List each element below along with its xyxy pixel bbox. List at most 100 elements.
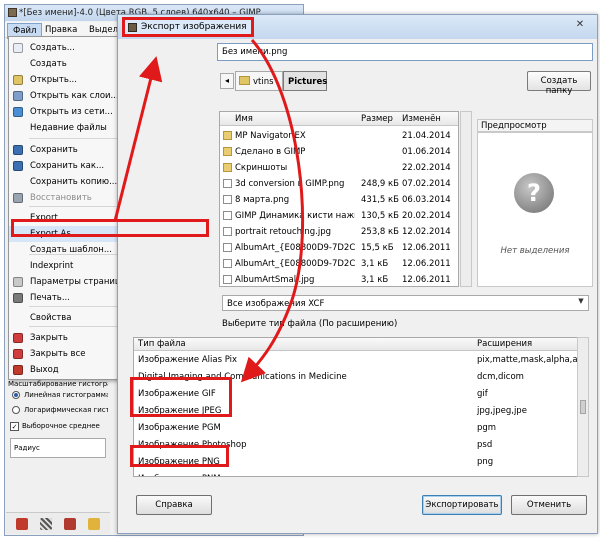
file-name: portrait retouching.jpg — [235, 227, 332, 237]
column-size[interactable]: Размер — [361, 114, 393, 124]
dialog-title-highlight: Экспорт изображения — [122, 17, 254, 37]
filetype-row[interactable]: Изображение GIF gif — [134, 386, 584, 402]
filetype-row[interactable]: Изображение PNM pnm — [134, 471, 584, 476]
filetype-extensions: png — [477, 457, 494, 467]
page-setup-icon — [13, 277, 23, 287]
file-name: 3d conversion в GIMP.png — [235, 179, 345, 189]
filetype-expander[interactable]: Выберите тип файла (По расширению) — [222, 319, 397, 329]
histogram-dock: Масштабирование гистограммы Линейная гис… — [6, 380, 110, 515]
filetype-extensions: psd — [477, 440, 493, 450]
file-row[interactable]: 3d conversion в GIMP.png 248,9 кБ 07.02.20… — [220, 176, 458, 192]
save-icon — [13, 145, 23, 155]
filetype-list-scrollbar[interactable] — [577, 337, 589, 477]
checkbox-selective[interactable]: ✓ — [10, 422, 19, 431]
new-document-icon — [13, 43, 23, 53]
file-row[interactable]: AlbumArt_{E08800D9-7D2C-4... 15,5 кБ 12.06… — [220, 240, 458, 256]
radius-field[interactable]: Радиус — [10, 438, 106, 458]
dialog-titlebar: Экспорт изображения ✕ — [118, 15, 597, 39]
file-row[interactable]: portrait retouching.jpg 253,8 кБ 12.02.201… — [220, 224, 458, 240]
file-size: 431,5 кБ — [361, 195, 400, 205]
chevron-down-icon: ▼ — [578, 297, 584, 305]
column-extensions[interactable]: Расширения — [477, 339, 532, 349]
menu-item-label: Создать — [30, 59, 67, 69]
file-name: AlbumArt_{E08800D9-7D2C-4... — [235, 259, 355, 269]
cancel-button[interactable]: Отменить — [511, 495, 587, 515]
folder-icon — [223, 163, 232, 172]
filetype-name: Изображение JPEG — [138, 406, 222, 416]
filetype-extensions: pnm — [477, 474, 496, 476]
file-date: 12.02.2014 — [402, 227, 451, 237]
question-mark-icon: ? — [514, 173, 554, 213]
filetype-row[interactable]: Изображение Photoshop psd — [134, 437, 584, 453]
help-button[interactable]: Справка — [136, 495, 212, 515]
filetype-name: Изображение Photoshop — [138, 440, 247, 450]
path-button-pictures[interactable]: Pictures — [283, 71, 327, 91]
file-list-scrollbar[interactable] — [460, 111, 472, 287]
file-date: 20.02.2014 — [402, 211, 451, 221]
filetype-row[interactable]: Изображение PGM pgm — [134, 420, 584, 436]
column-name[interactable]: Имя — [235, 114, 253, 124]
filetype-row[interactable]: Digital Imaging and Communications in Me… — [134, 369, 584, 385]
export-icon[interactable] — [40, 518, 52, 530]
create-folder-button[interactable]: Создать папку — [527, 71, 591, 96]
close-icon — [13, 333, 23, 343]
filetype-extensions: dcm,dicom — [477, 372, 524, 382]
file-date: 06.03.2014 — [402, 195, 451, 205]
delete-icon[interactable] — [64, 518, 76, 530]
menu-item-label: Открыть как слои... — [30, 91, 119, 101]
file-icon — [223, 259, 232, 268]
file-row[interactable]: AlbumArtSmall.jpg 3,1 кБ 12.06.2011 — [220, 272, 458, 286]
menu-item-label: Сохранить копию... — [30, 177, 118, 187]
filename-input[interactable]: Без имени.png — [217, 43, 593, 61]
radio-linear[interactable] — [12, 391, 20, 399]
preview-empty-label: Нет выделения — [500, 246, 570, 256]
histogram-scale-label: Масштабирование гистограммы — [8, 380, 108, 388]
file-list: Имя Размер Изменён MP Navigator EX 21.04.… — [219, 111, 459, 287]
file-name: GIMP Динамика кисти нажи... — [235, 211, 355, 221]
folder-row[interactable]: Скриншоты 22.02.2014 — [220, 160, 458, 176]
filetype-extensions: jpg,jpeg,jpe — [477, 406, 527, 416]
menu-edit[interactable]: Правка — [45, 25, 77, 35]
file-icon — [223, 211, 232, 220]
path-button-vtins[interactable]: vtins — [235, 71, 283, 91]
file-icon — [223, 179, 232, 188]
filetype-name: Изображение GIF — [138, 389, 216, 399]
export-button[interactable]: Экспортировать — [422, 495, 502, 515]
export-dialog: Экспорт изображения ✕ Без имени.png ◂ vt… — [117, 14, 598, 534]
column-date[interactable]: Изменён — [402, 114, 441, 124]
close-icon[interactable]: ✕ — [570, 19, 590, 33]
preview-header: Предпросмотр — [477, 119, 593, 132]
globe-icon — [13, 107, 23, 117]
menu-item-label: Открыть из сети... — [30, 107, 113, 117]
quit-icon — [13, 365, 23, 375]
folder-row[interactable]: MP Navigator EX 21.04.2014 — [220, 128, 458, 144]
file-size: 130,5 кБ — [361, 211, 400, 221]
column-filetype[interactable]: Тип файла — [138, 339, 186, 349]
file-filter-select[interactable]: Все изображения XCF ▼ — [222, 295, 589, 311]
radio-log-label: Логарифмическая гистограмма — [24, 406, 108, 414]
menu-item-label: Export As... — [30, 229, 79, 239]
file-icon — [223, 243, 232, 252]
folder-icon — [223, 147, 232, 156]
file-name: Скриншоты — [235, 163, 288, 173]
filetype-row[interactable]: Изображение JPEG jpg,jpeg,jpe — [134, 403, 584, 419]
file-row[interactable]: GIMP Динамика кисти нажи... 130,5 кБ 20.02… — [220, 208, 458, 224]
checkbox-selective-label: Выборочное среднее — [22, 422, 100, 430]
menu-item-label: Закрыть — [30, 333, 68, 343]
folder-row[interactable]: Сделано в GIMP 01.06.2014 — [220, 144, 458, 160]
file-row[interactable]: 8 марта.png 431,5 кБ 06.03.2014 — [220, 192, 458, 208]
reset-icon[interactable] — [88, 518, 100, 530]
filetype-row[interactable]: Изображение Alias Pix pix,matte,mask,alph… — [134, 352, 584, 368]
path-back-arrow-icon[interactable]: ◂ — [220, 73, 234, 89]
scrollbar-thumb[interactable] — [580, 400, 586, 414]
filetype-list-header: Тип файла Расширения — [134, 338, 584, 351]
radio-log[interactable] — [12, 406, 20, 414]
filetype-row[interactable]: Изображение PNG png — [134, 454, 584, 470]
filetype-list: Тип файла Расширения Изображение Alias P… — [133, 337, 585, 477]
save-as-icon — [13, 161, 23, 171]
file-date: 12.06.2011 — [402, 275, 451, 285]
file-name: Сделано в GIMP — [235, 147, 306, 157]
file-row[interactable]: AlbumArt_{E08800D9-7D2C-4... 3,1 кБ 12.06.… — [220, 256, 458, 272]
save-icon[interactable] — [16, 518, 28, 530]
filetype-extensions: pgm — [477, 423, 497, 433]
